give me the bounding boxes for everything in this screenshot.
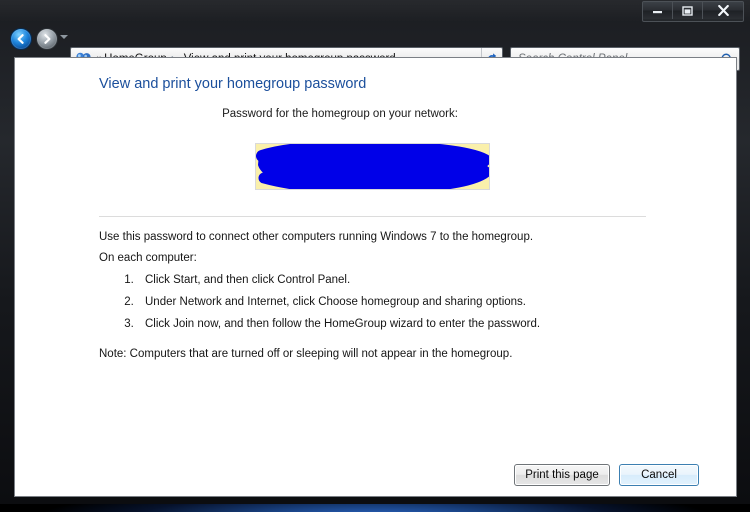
list-item: Under Network and Internet, click Choose…: [137, 296, 540, 309]
page-title: View and print your homegroup password: [99, 76, 367, 92]
on-each-computer-text: On each computer:: [99, 252, 197, 264]
steps-list: Click Start, and then click Control Pane…: [99, 274, 540, 340]
homegroup-password-box[interactable]: ██████████: [255, 143, 490, 190]
window-controls-group: [642, 1, 744, 22]
window-titlebar[interactable]: [0, 0, 750, 22]
intro-text: Use this password to connect other compu…: [99, 231, 534, 243]
section-divider: [99, 216, 646, 217]
cancel-button[interactable]: Cancel: [619, 464, 699, 486]
password-caption: Password for the homegroup on your netwo…: [222, 108, 458, 120]
forward-button[interactable]: [36, 28, 58, 50]
page-content-area: View and print your homegroup password P…: [14, 57, 737, 497]
control-panel-window: « HomeGroup ▶ View and print your homegr…: [0, 0, 750, 504]
redaction-scribble: [256, 144, 489, 189]
minimize-button[interactable]: [643, 2, 673, 19]
print-this-page-button[interactable]: Print this page: [514, 464, 610, 486]
maximize-button[interactable]: [673, 2, 703, 19]
recent-pages-chevron-down-icon[interactable]: [60, 35, 68, 39]
navigation-bar: « HomeGroup ▶ View and print your homegr…: [0, 22, 750, 71]
note-text: Note: Computers that are turned off or s…: [99, 348, 513, 360]
list-item: Click Start, and then click Control Pane…: [137, 274, 540, 287]
close-button[interactable]: [703, 2, 743, 19]
dialog-footer: Print this page Cancel: [15, 464, 736, 486]
back-button[interactable]: [10, 28, 32, 50]
list-item: Click Join now, and then follow the Home…: [137, 318, 540, 331]
